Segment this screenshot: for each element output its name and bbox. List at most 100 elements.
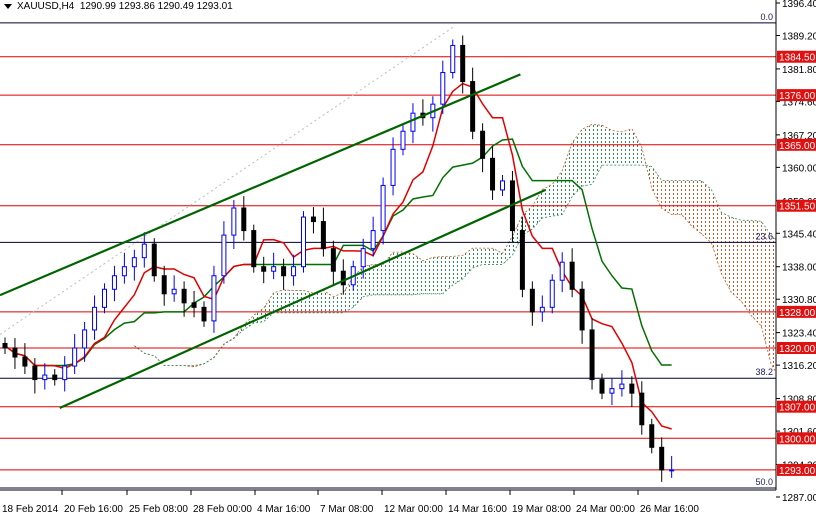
candle: [579, 281, 585, 344]
cloud-segment: [721, 212, 732, 293]
candle-body: [659, 446, 665, 471]
candle: [151, 238, 157, 282]
cloud-segment: [691, 180, 702, 234]
price-tick-label: 1345.40: [782, 229, 816, 240]
candle: [669, 455, 675, 478]
price-tick-label: 1396.40: [782, 0, 816, 10]
time-tick-label: 18 Feb 2014: [2, 504, 59, 515]
candle-body: [102, 288, 107, 308]
candle-body: [92, 306, 98, 331]
price-tick-label: 1381.80: [782, 65, 816, 76]
candle: [102, 283, 107, 314]
candle-body: [221, 234, 227, 277]
candle: [450, 39, 456, 79]
candle: [12, 338, 18, 369]
candle-body: [32, 365, 38, 381]
time-tick-label: 14 Mar 16:00: [448, 504, 507, 515]
candle-body: [121, 266, 127, 277]
candle: [559, 252, 565, 293]
candle: [549, 274, 555, 314]
candle: [310, 207, 316, 234]
ichimoku-cloud: [134, 123, 776, 374]
cloud-segment: [373, 264, 384, 295]
candle: [430, 96, 436, 132]
fibonacci-label: 38.2: [755, 367, 773, 377]
candle: [72, 334, 78, 374]
cloud-segment: [422, 257, 433, 294]
candle: [320, 207, 326, 257]
cloud-segment: [572, 129, 583, 197]
candle-body: [82, 329, 88, 349]
candle: [609, 378, 615, 406]
time-tick-label: 25 Feb 08:00: [129, 504, 188, 515]
candle-body: [340, 270, 346, 286]
price-chart[interactable]: 0.0 23.6 38.2 50.0 1396.40 1389.20 1381.80 137…: [0, 0, 816, 517]
time-tick-label: 4 Mar 16:00: [257, 504, 311, 515]
candle: [301, 211, 306, 273]
candle-body: [22, 356, 28, 367]
candle: [201, 301, 207, 327]
candle: [599, 373, 605, 400]
candle-body: [370, 230, 376, 250]
time-tick-label: 12 Mar 00:00: [384, 504, 443, 515]
time-tick-label: 28 Feb 00:00: [193, 504, 252, 515]
candle-body: [609, 388, 615, 394]
cloud-segment: [412, 253, 423, 295]
price-tick-label: 1389.20: [782, 32, 816, 43]
candle-body: [360, 248, 366, 268]
cloud-segment: [223, 337, 234, 345]
candle: [649, 418, 655, 454]
candle-body: [291, 266, 297, 277]
candle-body: [330, 248, 336, 272]
cloud-segment: [482, 248, 493, 265]
candle-body: [410, 112, 416, 132]
fibonacci-label: 0.0: [760, 12, 773, 22]
candle-body: [460, 44, 466, 83]
price-level-label: 1365.00: [779, 141, 816, 152]
collapse-triangle-icon[interactable]: [4, 3, 12, 9]
candle: [529, 281, 535, 326]
price-tick-label: 1330.80: [782, 295, 816, 306]
time-axis[interactable]: 18 Feb 2014 20 Feb 16:00 25 Feb 08:00 28 Fe…: [2, 490, 699, 515]
ohlc-readout: 1290.99 1293.86 1290.49 1293.01: [79, 1, 233, 12]
candle-body: [470, 81, 476, 132]
candle-body: [390, 148, 396, 186]
price-level-label: 1320.00: [779, 344, 816, 355]
cloud-segment: [681, 180, 692, 226]
candle-body: [629, 383, 635, 394]
candle-body: [301, 216, 306, 268]
price-axis[interactable]: 1396.401389.201381.801374.601367.201360.…: [776, 0, 816, 504]
symbol-label: XAUUSD,H4: [17, 1, 75, 12]
candle: [171, 275, 177, 302]
price-level-label: 1300.00: [779, 434, 816, 445]
cloud-segment: [492, 248, 503, 265]
time-tick-label: 20 Feb 16:00: [64, 504, 123, 515]
candle-body: [380, 184, 386, 232]
price-level-label: 1351.50: [779, 202, 816, 213]
candle-body: [111, 275, 117, 290]
price-tick-label: 1360.00: [782, 163, 816, 174]
cloud-segment: [403, 252, 413, 295]
candle-body: [519, 230, 525, 290]
candle-body: [161, 275, 167, 295]
candle: [251, 224, 257, 273]
candle-body: [579, 288, 585, 331]
candle: [509, 170, 515, 243]
time-tick-label: 19 Mar 08:00: [512, 504, 571, 515]
candle: [490, 146, 496, 200]
candle-body: [271, 266, 277, 272]
candle: [659, 437, 665, 482]
candle-body: [569, 261, 575, 290]
time-tick-label: 26 Mar 16:00: [640, 504, 699, 515]
candle: [291, 254, 297, 286]
candle-body: [669, 469, 675, 472]
candle-body: [42, 374, 48, 381]
cloud-segment: [263, 292, 274, 322]
fibonacci-label: 50.0: [755, 477, 773, 487]
candle-body: [440, 72, 446, 105]
candle: [340, 259, 346, 295]
cloud-segment: [562, 142, 573, 215]
candle: [281, 258, 287, 290]
chart-header: XAUUSD,H4 1290.99 1293.86 1290.49 1293.0…: [4, 1, 233, 12]
candle: [629, 376, 635, 408]
